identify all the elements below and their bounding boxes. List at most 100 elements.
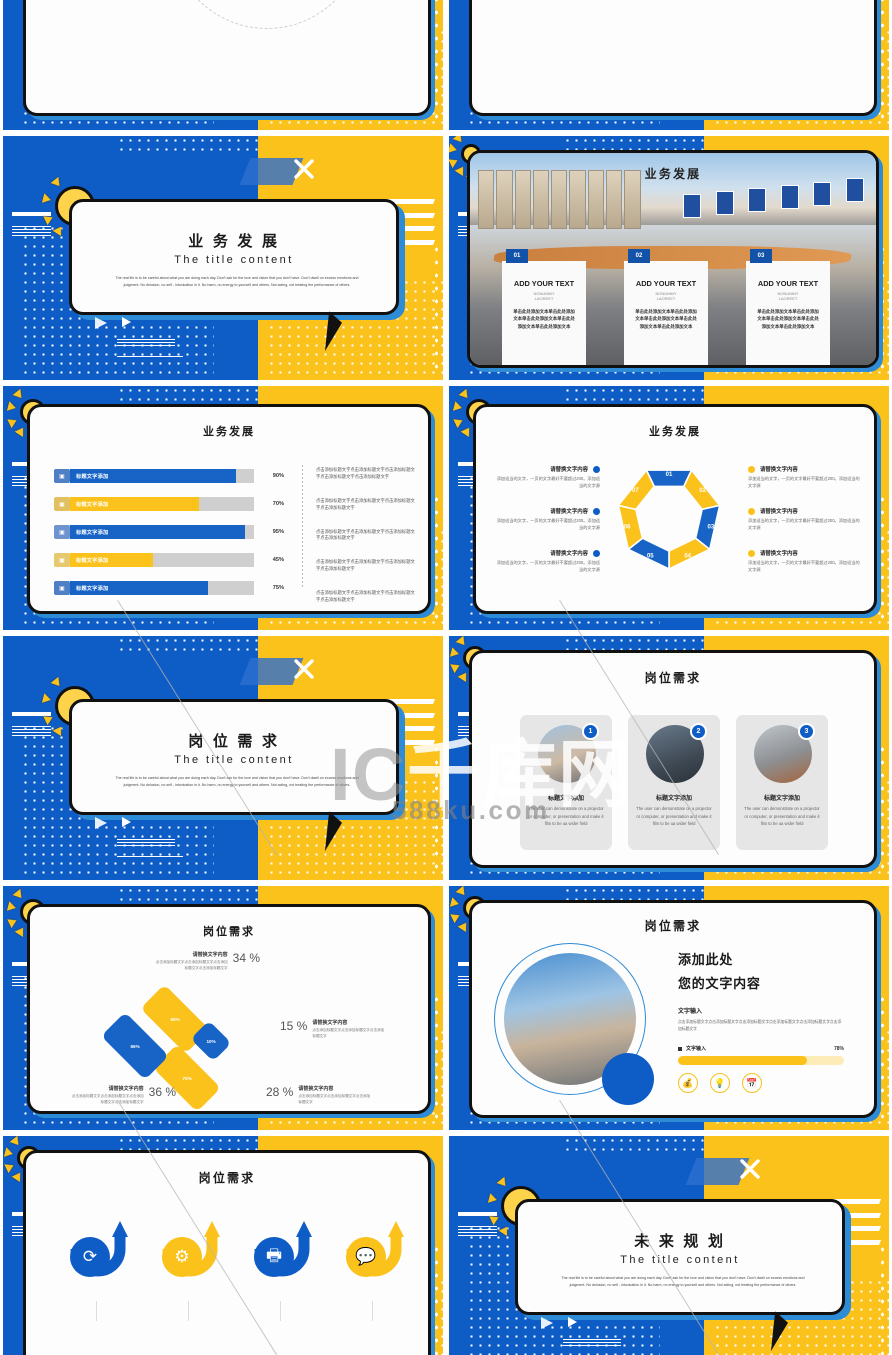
headline-2: 您的文字内容: [678, 976, 761, 991]
calendar-icon[interactable]: 📅: [742, 1073, 762, 1093]
target-icon: ▣: [54, 469, 70, 483]
legend-heading: 请替换文字内容: [298, 1086, 334, 1092]
money-icon[interactable]: 💰: [678, 1073, 698, 1093]
legend-dot: [593, 465, 600, 473]
divider: [280, 1301, 281, 1321]
progress-percent: 95%: [272, 529, 284, 535]
heptagon-legend-left: 请替换文字内容 添加适当的文字，一页的文字最好不要超过200。添加适当的文字源: [494, 465, 600, 489]
progress-bar-row[interactable]: ▣ 标题文字添加 75%: [54, 581, 284, 595]
lightbulb-icon[interactable]: 💡: [710, 1073, 730, 1093]
progress-track[interactable]: 标题文字添加: [70, 469, 254, 483]
wave-decoration: [11, 226, 52, 237]
section-body-text: The real life is to be careful about wha…: [115, 276, 359, 287]
slide-thumbnail[interactable]: 业务发展 ▣ 标题文字添加 90% ▣ 标题文字添加 70% ▣ 标题文字添加 95% ▣ 标题文字添…: [3, 386, 443, 630]
wave-decoration: [11, 726, 52, 737]
slide-thumbnail[interactable]: 文字添加🖥⚙▤📋🔎文字添加文字添加点击添加标题文字点击添加标题文字点击添加标题文…: [449, 0, 889, 130]
text-card[interactable]: ADD YOUR TEXT NONUMMY LAOREET 单击此处添加文本单击此处添…: [502, 261, 586, 365]
svg-text:07: 07: [632, 488, 639, 494]
svg-text:04: 04: [684, 554, 691, 560]
progress-percent: 75%: [272, 585, 284, 591]
slide-thumbnail[interactable]: 业 务 发 展 The title content The real life is…: [3, 136, 443, 380]
play-icon: [567, 1316, 577, 1327]
progress-bar-row[interactable]: ▣ 标题文字添加 70%: [54, 497, 284, 511]
legend-heading: 请替换文字内容: [760, 509, 798, 515]
wave-decoration: [117, 338, 175, 349]
slide-title: 岗位需求: [644, 671, 702, 685]
card-number-badge: 02: [628, 249, 650, 263]
progress-track[interactable]: 标题文字添加: [70, 553, 254, 567]
card-body: The user can demonstrate on a projector …: [636, 806, 712, 827]
slide-thumbnail[interactable]: 岗 位 需 求 The title content The real life is…: [3, 636, 443, 880]
image-icon: ▣: [54, 497, 70, 511]
diagonal-legend: 请替换文字内容 点击添加标题文字点击添加标题文字点击添加标题文字点击添加标题文字 3…: [48, 1085, 176, 1106]
chat-icon[interactable]: 💬: [346, 1237, 386, 1277]
slide-thumbnail[interactable]: 业务发展 01 02 03 04 05 06 07 请替换文字内容 添加适当的文字，一页的文字最好…: [449, 386, 889, 630]
progress-description: 点击添加标题文字点击添加标题文字点击添加标题文字点击添加标题文字: [316, 528, 415, 541]
legend-percent: 36 %: [148, 1085, 176, 1099]
play-icon: [95, 816, 108, 829]
progress-track[interactable]: [678, 1056, 844, 1065]
dash-decoration: [117, 355, 184, 357]
section-title-cn: 未 来 规 划: [634, 1233, 726, 1250]
svg-text:02: 02: [699, 488, 706, 494]
refresh-icon[interactable]: ⟳: [70, 1237, 110, 1277]
content-card: 业务发展 ▣ 标题文字添加 90% ▣ 标题文字添加 70% ▣ 标题文字添加 95% ▣ 标题文字添…: [27, 404, 431, 614]
legend-dot: [748, 507, 755, 515]
card-sub: LAOREET: [778, 296, 798, 301]
card-body: 单击此处添加文本单击此处添加文本单击此处添加文本单击此处添加文本单击此处添加文本: [635, 309, 697, 329]
text-card[interactable]: ADD YOUR TEXT NONUMMY LAOREET 单击此处添加文本单击此处添…: [624, 261, 708, 365]
body-text: 点击添加标题文字点击添加标题文字点击添加标题文字点击添加标题文字点击添加标题文字…: [678, 1020, 842, 1032]
slide-thumbnail[interactable]: 岗位需求 ⟳ ⚙ 🖶 💬: [3, 1136, 443, 1355]
legend-percent: 15 %: [280, 1019, 308, 1033]
divider: [302, 465, 303, 587]
slide-title: 岗位需求: [644, 919, 702, 933]
progress-bar-row[interactable]: ▣ 标题文字添加 45%: [54, 553, 284, 567]
dot-pattern-top: [563, 386, 705, 404]
diagonal-block-label: 60%: [170, 1016, 180, 1022]
legend-heading: 请替换文字内容: [550, 509, 588, 515]
legend-body: 添加适当的文字，一页的文字最好不要超过200。添加适当的文字源: [748, 476, 860, 488]
card-heading: 标题文字添加: [547, 796, 584, 802]
legend-dot: [748, 465, 755, 473]
headline-1: 添加此处: [678, 952, 734, 967]
dot-column-right: [431, 743, 438, 871]
text-card[interactable]: ADD YOUR TEXT NONUMMY LAOREET 单击此处添加文本单击此处添…: [746, 261, 830, 365]
section-body-text: The real life is to be careful about wha…: [115, 776, 359, 787]
progress-track[interactable]: 标题文字添加: [70, 581, 254, 595]
slide-thumbnail[interactable]: 岗位需求 1 标题文字添加 The user can demonstrate on a…: [449, 636, 889, 880]
diagonal-legend: 28 % 请替换文字内容 点击添加标题文字点击添加标题文字点击添加标题文字: [266, 1085, 394, 1106]
heptagon-ring-chart: 01 02 03 04 05 06 07: [611, 459, 727, 580]
dot-pattern-top: [117, 386, 259, 404]
progress-bar-row[interactable]: ▣ 标题文字添加 95%: [54, 525, 284, 539]
divider: [188, 1301, 189, 1321]
card-number-badge: 3: [798, 723, 815, 740]
slide-thumbnail[interactable]: 岗位需求 添加此处 您的文字内容 文字输入 点击添加标题文字点击添加标题文字点击添加标题…: [449, 886, 889, 1130]
gear-icon[interactable]: ⚙: [162, 1237, 202, 1277]
bar-percent: 78%: [833, 1045, 844, 1052]
slide-thumbnail[interactable]: 业务发展 ADD YOUR TEXT NONUMMY LAOREET 单击此处添加文本单…: [449, 136, 889, 380]
legend-body: 添加适当的文字，一页的文字最好不要超过200。添加适当的文字源: [748, 518, 860, 530]
slide-title: 业务发展: [649, 426, 701, 438]
heptagon-legend-left: 请替换文字内容 添加适当的文字，一页的文字最好不要超过200。添加适当的文字源: [494, 507, 600, 531]
content-card: 岗位需求 60% 10% 70% 65% 请替换文字内容 点击添加标题文字点击添加标题文字点…: [27, 904, 431, 1114]
heptagon-legend-right: 请替换文字内容 添加适当的文字，一页的文字最好不要超过200。添加适当的文字源: [748, 549, 860, 573]
road-sign: [715, 191, 734, 216]
card-heading: ADD YOUR TEXT: [635, 279, 697, 288]
printer-icon[interactable]: 🖶: [254, 1237, 294, 1277]
progress-track[interactable]: 标题文字添加: [70, 497, 254, 511]
slide-thumbnail[interactable]: 未 来 规 划 The title content The real life is…: [449, 1136, 889, 1355]
dot-pattern-top: [117, 136, 259, 154]
svg-text:03: 03: [708, 525, 715, 531]
slide-thumbnail[interactable]: 岗位需求 60% 10% 70% 65% 请替换文字内容 点击添加标题文字点击添加标题文字点…: [3, 886, 443, 1130]
section-title-en: The title content: [174, 254, 294, 266]
slide-thumbnail[interactable]: ⌂标题文字添加点击添加标题文字点击添加标题文字点击添加标题文字点击添加标题文字点…: [3, 0, 443, 130]
progress-bar-row[interactable]: ▣ 标题文字添加 90%: [54, 469, 284, 483]
road-sign: [845, 178, 864, 203]
legend-body: 点击添加标题文字点击添加标题文字点击添加标题文字: [298, 1094, 371, 1104]
slide-thumbnail-grid: ⌂标题文字添加点击添加标题文字点击添加标题文字点击添加标题文字点击添加标题文字点…: [0, 0, 892, 1355]
progress-track[interactable]: 标题文字添加: [70, 525, 254, 539]
content-card: 岗位需求 1 标题文字添加 The user can demonstrate on a…: [469, 650, 877, 868]
diagonal-legend: 请替换文字内容 点击添加标题文字点击添加标题文字点击添加标题文字点击添加标题文字 3…: [128, 951, 260, 972]
section-title-cn: 岗 位 需 求: [188, 733, 280, 750]
card-heading: ADD YOUR TEXT: [513, 279, 575, 288]
